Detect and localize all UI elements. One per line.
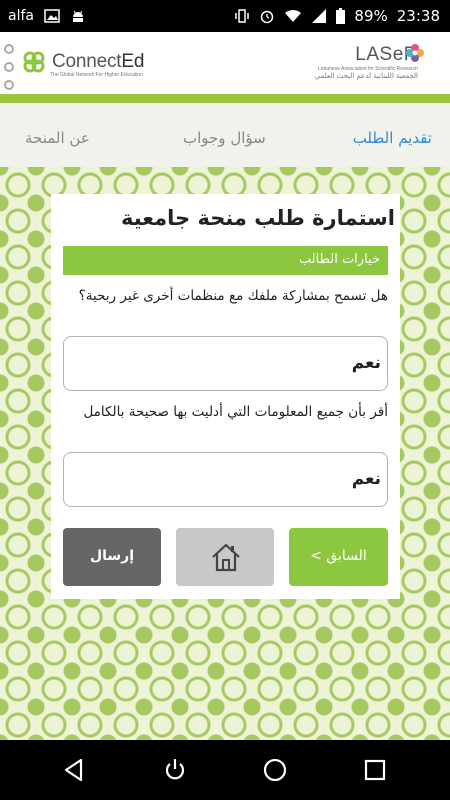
question-share-profile: هل تسمح بمشاركة ملفك مع منظمات أخرى غير … <box>78 288 388 304</box>
header-accent-bar <box>0 94 450 103</box>
alarm-icon <box>259 8 275 24</box>
share-profile-value: نعم <box>351 353 381 373</box>
question-confirm-accuracy: أقر بأن جميع المعلومات التي أدليت بها صح… <box>83 404 388 420</box>
section-header: خيارات الطالب <box>63 246 388 275</box>
tab-bar: تقديم الطلب سؤال وجواب عن المنحة <box>0 103 450 167</box>
back-icon[interactable] <box>61 756 89 784</box>
share-profile-select[interactable]: نعم <box>63 336 388 391</box>
binder-hole <box>4 62 14 72</box>
binder-hole <box>4 80 14 90</box>
wifi-icon <box>284 9 302 23</box>
android-debug-icon <box>70 8 86 24</box>
signal-icon <box>311 8 327 24</box>
battery-percent: 89% <box>354 7 388 25</box>
form-title: استمارة طلب منحة جامعية <box>120 206 395 230</box>
laser-arabic-name: الجمعية اللبنانية لدعم البحث العلمي <box>314 72 418 80</box>
tab-about[interactable]: عن المنحة <box>25 129 90 147</box>
home-circle-icon[interactable] <box>261 756 289 784</box>
carrier-name: alfa <box>8 8 34 24</box>
binder-hole <box>4 44 14 54</box>
image-icon <box>44 9 60 23</box>
tab-faq[interactable]: سؤال وجواب <box>183 129 266 147</box>
submit-button-label: إرسال <box>89 548 135 564</box>
recent-apps-icon[interactable] <box>361 756 389 784</box>
laser-logo: LASeR Lebanese Association for Scientifi… <box>308 44 424 94</box>
section-label: خيارات الطالب <box>298 252 380 267</box>
power-icon[interactable] <box>161 756 189 784</box>
vibrate-icon <box>234 8 250 24</box>
connected-logo: ConnectEd <box>22 50 144 74</box>
tab-apply[interactable]: تقديم الطلب <box>353 129 432 147</box>
laser-flower-icon <box>406 44 424 62</box>
submit-button[interactable]: إرسال <box>63 528 161 586</box>
home-icon <box>212 543 240 572</box>
confirm-accuracy-value: نعم <box>351 469 381 489</box>
previous-button[interactable]: < السابق <box>289 528 388 586</box>
connected-mark-icon <box>23 51 45 73</box>
battery-icon <box>336 8 346 24</box>
home-button[interactable] <box>176 528 274 586</box>
confirm-accuracy-select[interactable]: نعم <box>63 452 388 507</box>
clock: 23:38 <box>396 7 440 25</box>
laser-logo-text: LASeR <box>355 44 418 65</box>
connected-logo-text: ConnectEd <box>52 51 145 72</box>
previous-button-label: < السابق <box>310 548 367 564</box>
connected-tagline: The Global Network For Higher Education <box>50 72 143 78</box>
system-nav-bar <box>0 740 450 800</box>
status-bar: alfa 89% 23:38 <box>0 0 450 32</box>
